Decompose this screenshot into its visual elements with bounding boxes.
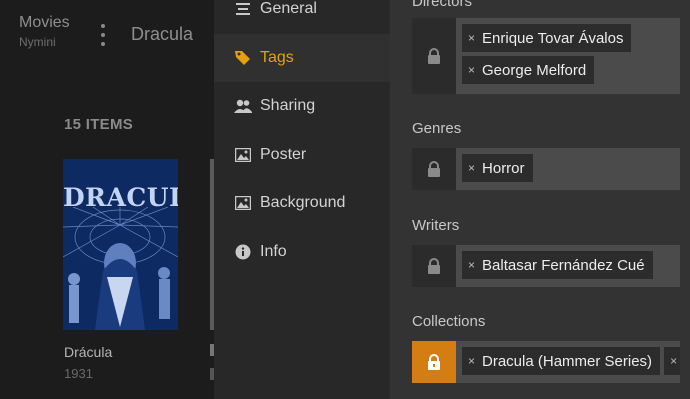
collections-lock-button[interactable] (412, 341, 456, 383)
directors-label: Directors (412, 0, 473, 10)
lock-icon (428, 354, 440, 370)
tag-label: Horror (482, 159, 525, 177)
directors-field: × Enrique Tovar Ávalos × George Melford (412, 18, 680, 94)
server-name: Nymini (19, 35, 56, 49)
tag-label: Baltasar Fernández Cué (482, 256, 645, 274)
genres-label: Genres (412, 120, 462, 137)
tag-label: Enrique Tovar Ávalos (482, 29, 624, 47)
movie-title[interactable]: Drácula (64, 344, 112, 360)
sidebar-item-info[interactable]: Info (214, 228, 390, 276)
genres-lock-button[interactable] (412, 148, 456, 190)
item-count: 15 ITEMS (64, 116, 134, 133)
writers-lock-button[interactable] (412, 245, 456, 287)
sidebar-item-label: Info (260, 243, 287, 260)
tag-label: George Melford (482, 61, 587, 79)
sidebar-item-label: Poster (260, 146, 307, 163)
sidebar-item-background[interactable]: Background (214, 179, 390, 227)
sidebar-item-label: Tags (260, 49, 294, 66)
poster-artwork (63, 207, 178, 330)
genres-field: × Horror (412, 148, 680, 190)
movie-poster[interactable]: DRACULA (63, 159, 178, 330)
tag-chip: × Dracula (Hammer Series) (462, 347, 661, 375)
writers-field: × Baltasar Fernández Cué (412, 245, 680, 287)
lock-icon (428, 161, 440, 177)
tag-label: Dracula (Hammer Series) (482, 352, 653, 370)
collections-tag-input[interactable]: × Dracula (Hammer Series) × (456, 341, 680, 383)
sidebar-item-label: Sharing (260, 97, 316, 114)
image-icon (234, 194, 252, 212)
users-icon (234, 97, 252, 115)
remove-tag-icon[interactable]: × (468, 31, 475, 45)
remove-tag-icon[interactable]: × (468, 354, 475, 368)
image-icon (234, 146, 252, 164)
sidebar-item-poster[interactable]: Poster (214, 131, 390, 179)
library-name[interactable]: Movies (19, 14, 70, 32)
collections-label: Collections (412, 313, 486, 330)
remove-tag-icon[interactable]: × (468, 63, 475, 77)
sidebar-item-general[interactable]: General (214, 0, 390, 33)
sidebar-item-tags[interactable]: Tags (214, 34, 390, 82)
sidebar-item-label: Background (260, 194, 346, 211)
tag-chip: × Enrique Tovar Ávalos (462, 24, 632, 52)
library-header: Movies Nymini (19, 14, 70, 49)
sidebar-item-sharing[interactable]: Sharing (214, 82, 390, 130)
list-icon (234, 0, 252, 18)
tag-chip: × Baltasar Fernández Cué (462, 251, 653, 279)
collections-field: × Dracula (Hammer Series) × (412, 341, 680, 383)
info-icon (234, 243, 252, 261)
tag-chip: × Horror (462, 154, 533, 182)
genres-tag-input[interactable]: × Horror (456, 148, 680, 190)
remove-tag-icon[interactable]: × (670, 354, 677, 368)
sidebar-item-label: General (260, 0, 317, 17)
tags-panel: Directors × Enrique Tovar Ávalos × Georg… (390, 0, 690, 399)
movie-year: 1931 (64, 366, 93, 381)
remove-tag-icon[interactable]: × (468, 161, 475, 175)
tag-icon (234, 49, 252, 67)
directors-tag-input[interactable]: × Enrique Tovar Ávalos × George Melford (456, 18, 680, 94)
writers-label: Writers (412, 217, 460, 234)
lock-icon (428, 258, 440, 274)
tag-chip: × George Melford (462, 56, 595, 84)
library-background: Movies Nymini Dracula 15 ITEMS DRACULA D… (0, 0, 214, 399)
remove-tag-icon[interactable]: × (468, 258, 475, 272)
more-options-icon[interactable] (96, 24, 110, 46)
collection-title: Dracula (131, 24, 194, 44)
lock-icon (428, 48, 440, 64)
directors-lock-button[interactable] (412, 18, 456, 94)
edit-sidebar: General Tags Sharing Poster Background I… (214, 0, 390, 399)
writers-tag-input[interactable]: × Baltasar Fernández Cué (456, 245, 680, 287)
tag-chip-partial: × (664, 347, 680, 375)
